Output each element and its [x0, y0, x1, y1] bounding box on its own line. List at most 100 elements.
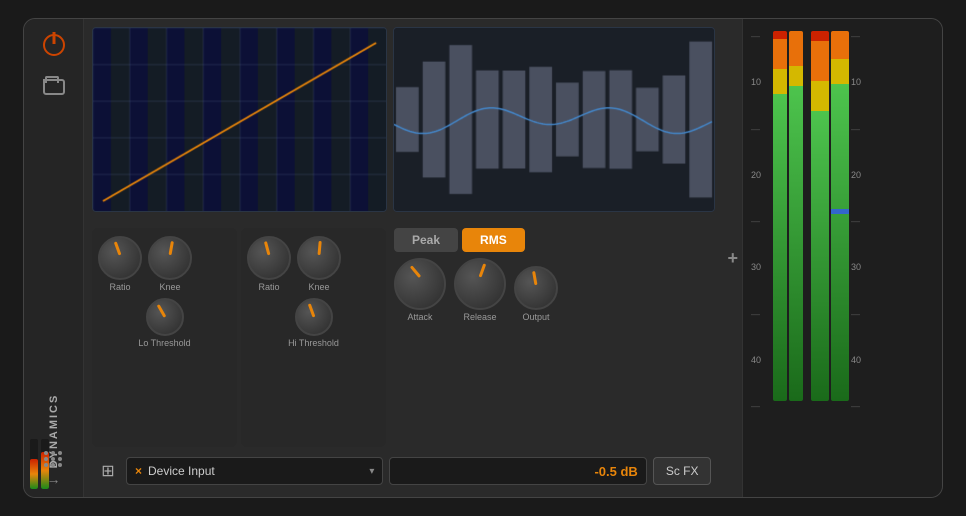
hi-compressor-section: Ratio Knee Hi Threshold	[241, 228, 386, 447]
meter-orange-3	[811, 41, 829, 81]
device-icon: ⊞	[96, 459, 120, 483]
scale-dash-2-r: —	[851, 216, 871, 226]
waveform-canvas	[394, 28, 714, 211]
meter-yellow-4	[831, 59, 849, 84]
device-name: Device Input	[148, 464, 363, 478]
meter-red-3	[811, 31, 829, 41]
waveform-graph	[393, 27, 715, 212]
meter-bar-1	[773, 31, 787, 401]
meter-orange-4	[831, 31, 849, 59]
meter-bar-4	[831, 31, 849, 401]
mini-meter-left	[30, 439, 38, 489]
scale-dash-4-r: —	[851, 401, 871, 411]
hi-ratio-group: Ratio	[247, 236, 291, 292]
lo-knee-label: Knee	[159, 282, 180, 292]
scale-30-right: 30	[851, 262, 871, 272]
sidebar-dots	[44, 451, 63, 467]
meter-yellow-2	[789, 66, 803, 86]
scale-40-left: 40	[751, 355, 771, 365]
lo-compressor-section: Ratio Knee Lo Threshold	[92, 228, 237, 447]
right-controls: Peak RMS Attack Release Output	[390, 228, 715, 447]
lo-ratio-label: Ratio	[109, 282, 130, 292]
lo-threshold-knob[interactable]	[146, 298, 184, 336]
lo-knee-group: Knee	[148, 236, 192, 292]
hi-ratio-knob[interactable]	[247, 236, 291, 280]
x-icon: ×	[135, 464, 142, 478]
meter-green-3	[811, 111, 829, 401]
peak-rms-row: Peak RMS	[390, 228, 715, 252]
meter-red-1	[773, 31, 787, 39]
db-display: -0.5 dB	[389, 457, 646, 485]
scale-dash-top: —	[751, 31, 771, 41]
meters-layout: — 10 — 20 — 30 — 40 —	[751, 27, 934, 489]
hi-knee-knob[interactable]	[297, 236, 341, 280]
plugin-container: DYNAMICS → Ratio	[23, 18, 943, 498]
controls-main: Ratio Knee Lo Threshold Rat	[92, 228, 715, 447]
attack-group: Attack	[394, 258, 446, 322]
hi-threshold-label: Hi Threshold	[288, 338, 339, 348]
add-left-button[interactable]: +	[723, 248, 742, 269]
meter-green-2	[789, 86, 803, 401]
chevron-icon: ▾	[369, 466, 374, 477]
meters-panel: + — 10 — 20 — 30 — 40 —	[742, 19, 942, 497]
device-select[interactable]: × Device Input ▾	[126, 457, 383, 485]
scale-right: — 10 — 20 — 30 — 40 —	[851, 31, 871, 411]
attack-label: Attack	[407, 312, 432, 322]
rms-button[interactable]: RMS	[462, 228, 525, 252]
scale-dash-mid: —	[751, 124, 771, 134]
sc-fx-button[interactable]: Sc FX	[653, 457, 712, 485]
release-group: Release	[454, 258, 506, 322]
folder-button[interactable]	[38, 69, 70, 101]
scale-left: — 10 — 20 — 30 — 40 —	[751, 31, 771, 411]
hi-threshold-knob[interactable]	[295, 298, 333, 336]
scale-dash-3-r: —	[851, 309, 871, 319]
db-value: -0.5 dB	[594, 464, 637, 479]
meter-yellow-3	[811, 81, 829, 111]
lo-knee-knob[interactable]	[148, 236, 192, 280]
scale-20-right: 20	[851, 170, 871, 180]
meter-green-4	[831, 84, 849, 401]
hi-knee-group: Knee	[297, 236, 341, 292]
meter-blue-marker	[831, 209, 849, 214]
scale-10-left: 10	[751, 77, 771, 87]
peak-button[interactable]: Peak	[394, 228, 458, 252]
top-row	[92, 27, 715, 222]
output-knob[interactable]	[514, 266, 558, 310]
meter-group-2	[811, 31, 849, 411]
hi-knobs-row: Ratio Knee	[247, 236, 380, 292]
output-label: Output	[522, 312, 549, 322]
scale-dash-2: —	[751, 216, 771, 226]
meter-bar-2	[789, 31, 803, 401]
meter-orange-1	[773, 39, 787, 69]
release-label: Release	[463, 312, 496, 322]
meter-yellow-1	[773, 69, 787, 94]
power-button[interactable]	[38, 29, 70, 61]
meter-bar-3	[811, 31, 829, 401]
sidebar: DYNAMICS →	[24, 19, 84, 497]
lo-knobs-row: Ratio Knee	[98, 236, 231, 292]
lo-threshold-label: Lo Threshold	[138, 338, 190, 348]
folder-icon	[43, 79, 65, 95]
scale-10-right: 10	[851, 77, 871, 87]
hi-threshold-group: Hi Threshold	[247, 298, 380, 348]
bottom-bar: ⊞ × Device Input ▾ -0.5 dB Sc FX	[92, 453, 715, 489]
power-icon	[43, 34, 65, 56]
release-knob[interactable]	[454, 258, 506, 310]
hi-ratio-label: Ratio	[258, 282, 279, 292]
scale-dash-3: —	[751, 309, 771, 319]
scale-dash-4: —	[751, 401, 771, 411]
lo-threshold-group: Lo Threshold	[98, 298, 231, 348]
output-group: Output	[514, 266, 558, 322]
main-content: Ratio Knee Lo Threshold Rat	[84, 19, 723, 497]
sidebar-arrow[interactable]: →	[47, 471, 61, 487]
lo-ratio-knob[interactable]	[98, 236, 142, 280]
attack-release-row: Attack Release Output	[390, 258, 715, 322]
meter-orange-2	[789, 31, 803, 66]
scale-dash-mid-r: —	[851, 124, 871, 134]
scale-30-left: 30	[751, 262, 771, 272]
scale-40-right: 40	[851, 355, 871, 365]
meter-group-1	[773, 31, 803, 411]
transfer-graph	[92, 27, 387, 212]
hi-knee-label: Knee	[308, 282, 329, 292]
attack-knob[interactable]	[394, 258, 446, 310]
